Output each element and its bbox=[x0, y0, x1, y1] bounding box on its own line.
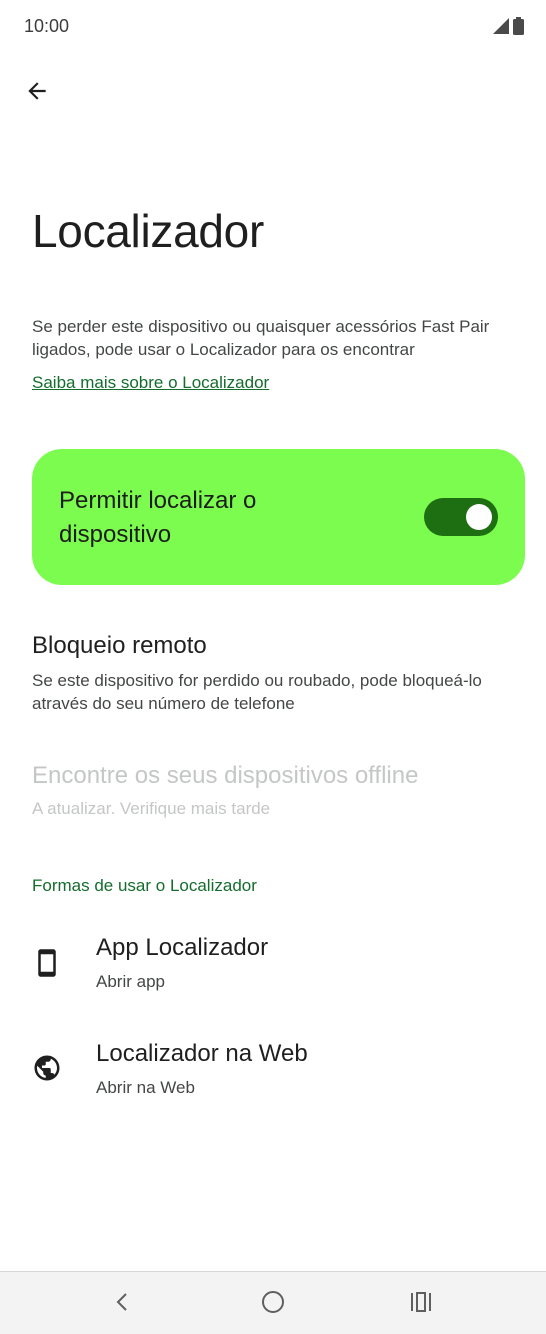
find-hub-app-title: App Localizador bbox=[96, 934, 269, 961]
home-nav-icon bbox=[261, 1290, 285, 1319]
nav-back-button[interactable] bbox=[101, 1282, 145, 1326]
system-nav-bar bbox=[0, 1271, 546, 1334]
nav-home-button[interactable] bbox=[251, 1282, 295, 1326]
recents-nav-icon bbox=[409, 1291, 433, 1318]
find-hub-app-summary: Abrir app bbox=[96, 972, 165, 991]
find-hub-web-option[interactable]: Localizador na Web Abrir na Web bbox=[0, 1026, 546, 1116]
battery-icon bbox=[513, 17, 524, 40]
remote-lock-title: Bloqueio remoto bbox=[32, 632, 207, 659]
remote-lock-summary: Se este dispositivo for perdido ou rouba… bbox=[32, 671, 482, 713]
status-time: 10:00 bbox=[24, 16, 70, 36]
find-hub-app-option[interactable]: App Localizador Abrir app bbox=[0, 920, 546, 1010]
back-nav-icon bbox=[112, 1291, 134, 1318]
toggle-label: Permitir localizar o dispositivo bbox=[59, 487, 257, 548]
globe-icon bbox=[32, 1053, 62, 1083]
arrow-back-icon bbox=[24, 78, 50, 109]
find-hub-web-summary: Abrir na Web bbox=[96, 1078, 195, 1097]
allow-find-device-switch[interactable] bbox=[424, 498, 498, 536]
page-title: Localizador bbox=[32, 205, 264, 257]
offline-devices-setting: Encontre os seus dispositivos offline A … bbox=[32, 761, 522, 820]
offline-devices-summary: A atualizar. Verifique mais tarde bbox=[32, 799, 271, 818]
page-description: Se perder este dispositivo ou quaisquer … bbox=[32, 317, 490, 359]
offline-devices-title: Encontre os seus dispositivos offline bbox=[32, 762, 419, 789]
find-hub-web-title: Localizador na Web bbox=[96, 1040, 308, 1067]
signal-icon bbox=[493, 18, 509, 39]
nav-recents-button[interactable] bbox=[399, 1282, 443, 1326]
remote-lock-setting[interactable]: Bloqueio remoto Se este dispositivo for … bbox=[32, 631, 522, 715]
back-button[interactable] bbox=[14, 70, 60, 116]
learn-more-link[interactable]: Saiba mais sobre o Localizador bbox=[32, 373, 269, 393]
allow-find-device-toggle-card[interactable]: Permitir localizar o dispositivo bbox=[32, 449, 525, 585]
ways-section-header: Formas de usar o Localizador bbox=[32, 876, 257, 895]
status-icons bbox=[493, 17, 524, 40]
status-bar: 10:00 bbox=[0, 0, 546, 56]
smartphone-icon bbox=[32, 948, 62, 978]
switch-thumb bbox=[466, 504, 492, 530]
